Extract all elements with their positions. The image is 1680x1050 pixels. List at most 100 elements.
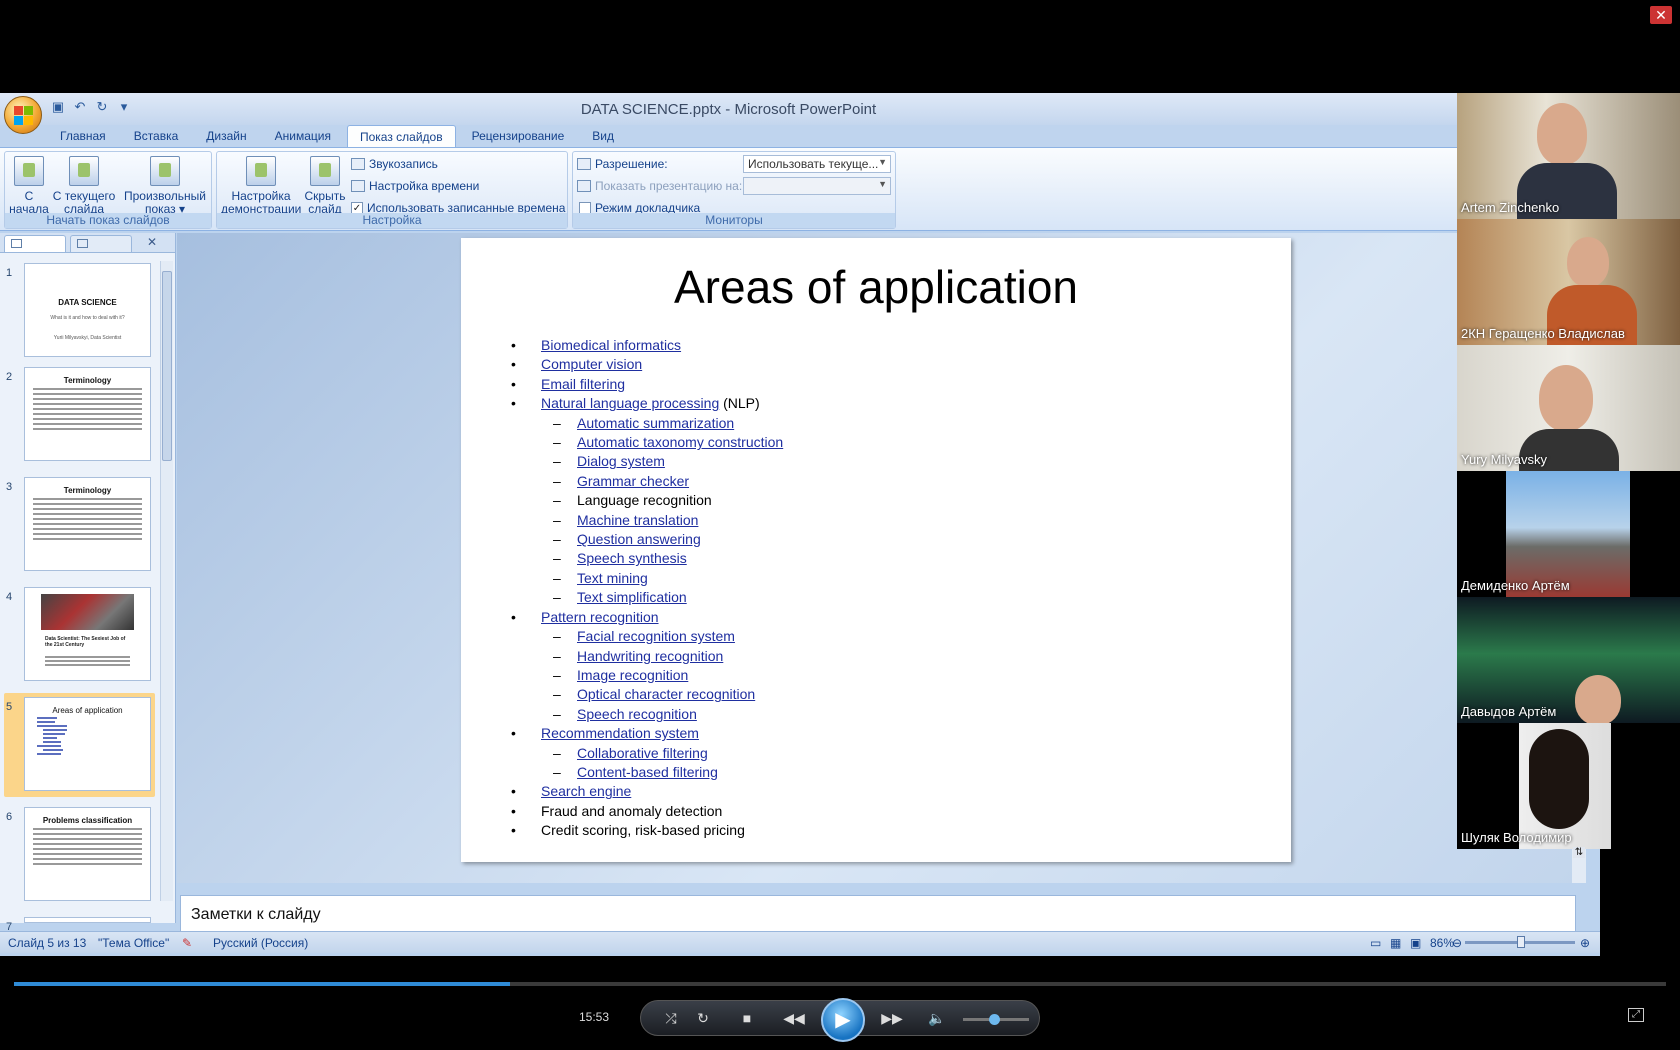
thumb-title: DATA SCIENCE: [58, 298, 117, 307]
slide-thumbnail-2[interactable]: Terminology: [24, 367, 151, 461]
slide-thumbnail-1[interactable]: DATA SCIENCE What is it and how to deal …: [24, 263, 151, 357]
slide-thumbnail-7[interactable]: [24, 917, 151, 923]
sorter-view-icon[interactable]: ▦: [1390, 936, 1401, 950]
bullet-marker: –: [553, 705, 561, 722]
thumb-author: Yurii Milyavskyi, Data Scientist: [53, 335, 122, 341]
normal-view-icon[interactable]: ▭: [1370, 936, 1381, 950]
spellcheck-icon[interactable]: ✎: [182, 936, 192, 950]
play-button[interactable]: ▶: [821, 998, 865, 1042]
record-narration-button[interactable]: Звукозапись: [351, 157, 438, 171]
tab-review[interactable]: Рецензирование: [460, 125, 577, 147]
bullet-link[interactable]: Handwriting recognition: [577, 648, 723, 664]
custom-show-button[interactable]: Произвольный показ ▾: [121, 156, 209, 216]
thumb-title: Data Scientist: The Sexiest Job of the 2…: [45, 636, 126, 648]
participant-tile[interactable]: Yury Milyavsky: [1457, 345, 1680, 471]
bullet-link[interactable]: Text mining: [577, 570, 648, 586]
slide-thumbnail-6[interactable]: Problems classification: [24, 807, 151, 901]
fullscreen-icon[interactable]: ⤢: [1628, 1008, 1644, 1022]
language[interactable]: Русский (Россия): [213, 936, 308, 950]
from-current-button[interactable]: С текущего слайда: [51, 156, 117, 216]
bullet-link[interactable]: Automatic taxonomy construction: [577, 434, 783, 450]
bullet-marker: •: [511, 337, 516, 353]
tab-animation[interactable]: Анимация: [263, 125, 343, 147]
slide-thumbnail-5[interactable]: Areas of application: [24, 697, 151, 791]
show-on-dropdown[interactable]: ▼: [743, 177, 891, 195]
hide-slide-button[interactable]: Скрыть слайд: [303, 156, 347, 216]
scroll-more-icon[interactable]: ⇅: [1573, 847, 1585, 858]
bullet-marker: –: [553, 647, 561, 664]
participant-tile[interactable]: Шуляк Володимир: [1457, 723, 1680, 849]
playback-progress[interactable]: [14, 982, 1666, 986]
rewind-icon[interactable]: ◀◀: [777, 1010, 811, 1027]
slide-thumbnail-4[interactable]: Data Scientist: The Sexiest Job of the 2…: [24, 587, 151, 681]
tab-outline[interactable]: [70, 235, 132, 252]
setup-show-button[interactable]: Настройка демонстрации: [221, 156, 301, 216]
zoom-out-icon[interactable]: ⊖: [1452, 936, 1462, 950]
bullet-link[interactable]: Pattern recognition: [541, 609, 659, 625]
bullet-link[interactable]: Text simplification: [577, 589, 687, 605]
resolution-dropdown[interactable]: Использовать текуще... ▼: [743, 155, 891, 173]
participant-tile[interactable]: 2КН Геращенко Владислав: [1457, 219, 1680, 345]
volume-slider[interactable]: [963, 1014, 1029, 1025]
slide-thumbnail-3[interactable]: Terminology: [24, 477, 151, 571]
participant-tile[interactable]: Демиденко Артём: [1457, 471, 1680, 597]
bullet-link[interactable]: Collaborative filtering: [577, 745, 708, 761]
bullet-link[interactable]: Search engine: [541, 783, 631, 799]
bullet-link[interactable]: Dialog system: [577, 453, 665, 469]
bullet-link[interactable]: Biomedical informatics: [541, 337, 681, 353]
from-start-button[interactable]: С начала: [9, 156, 49, 216]
volume-icon[interactable]: 🔈: [927, 1010, 947, 1027]
bullet-link[interactable]: Facial recognition system: [577, 628, 735, 644]
bullet-link[interactable]: Computer vision: [541, 356, 642, 372]
slideshow-view-icon[interactable]: ▣: [1410, 936, 1421, 950]
close-icon[interactable]: ✕: [1650, 6, 1672, 24]
tab-view[interactable]: Вид: [580, 125, 626, 147]
bullet-link[interactable]: Image recognition: [577, 667, 688, 683]
office-button[interactable]: [4, 96, 42, 134]
group-setup: Настройка демонстрации Скрыть слайд Звук…: [216, 151, 568, 229]
bullet-link[interactable]: Content-based filtering: [577, 764, 718, 780]
thumbnails-scrollbar[interactable]: [160, 261, 173, 901]
zoom-slider[interactable]: [1465, 936, 1575, 948]
participant-tile[interactable]: Artem Zinchenko: [1457, 93, 1680, 219]
tab-insert[interactable]: Вставка: [122, 125, 191, 147]
bullet-text: Credit scoring, risk-based pricing: [541, 822, 745, 839]
tab-home[interactable]: Главная: [48, 125, 118, 147]
group-monitors: Разрешение: Использовать текуще... ▼ Пока…: [572, 151, 896, 229]
show-on-label: Показать презентацию на:: [577, 179, 742, 193]
ribbon-tabs: Главная Вставка Дизайн Анимация Показ сл…: [0, 125, 1457, 147]
bullet-item: • Recommendation system: [511, 724, 1251, 743]
bullet-link[interactable]: Recommendation system: [541, 725, 699, 741]
group-label: Мониторы: [573, 213, 895, 228]
bullet-marker: –: [553, 511, 561, 528]
bullet-link[interactable]: Machine translation: [577, 512, 698, 528]
close-panel-icon[interactable]: ✕: [147, 235, 157, 249]
bullet-marker: –: [553, 492, 561, 509]
zoom-level[interactable]: 86%: [1430, 936, 1454, 950]
bullet-link[interactable]: Speech recognition: [577, 706, 697, 722]
fast-forward-icon[interactable]: ▶▶: [875, 1010, 909, 1027]
bullet-link[interactable]: Automatic summarization: [577, 415, 734, 431]
slide[interactable]: Areas of application • Biomedical informa…: [461, 238, 1291, 862]
outline-icon: [77, 239, 88, 248]
tab-slides[interactable]: [4, 235, 66, 252]
bullet-link[interactable]: Email filtering: [541, 376, 625, 392]
bullet-marker: •: [511, 608, 516, 625]
zoom-in-icon[interactable]: ⊕: [1580, 936, 1590, 950]
bullet-link[interactable]: Grammar checker: [577, 473, 689, 489]
playback-time: 15:53: [579, 1010, 610, 1024]
slide-title[interactable]: Areas of application: [461, 260, 1291, 314]
rehearse-timings-button[interactable]: Настройка времени: [351, 179, 479, 193]
tab-design[interactable]: Дизайн: [194, 125, 258, 147]
stop-icon[interactable]: ■: [737, 1010, 757, 1026]
tab-slideshow[interactable]: Показ слайдов: [346, 125, 456, 147]
bullet-marker: –: [553, 763, 561, 780]
bullet-link[interactable]: Optical character recognition: [577, 686, 755, 702]
bullet-link[interactable]: Question answering: [577, 531, 701, 547]
shuffle-icon[interactable]: ⤮: [661, 1010, 681, 1027]
bullet-link[interactable]: Natural language processing: [541, 395, 719, 411]
bullet-link[interactable]: Speech synthesis: [577, 550, 687, 566]
participant-tile[interactable]: Давыдов Артём: [1457, 597, 1680, 723]
repeat-icon[interactable]: ↻: [693, 1010, 713, 1027]
custom-show-icon: [150, 156, 180, 186]
